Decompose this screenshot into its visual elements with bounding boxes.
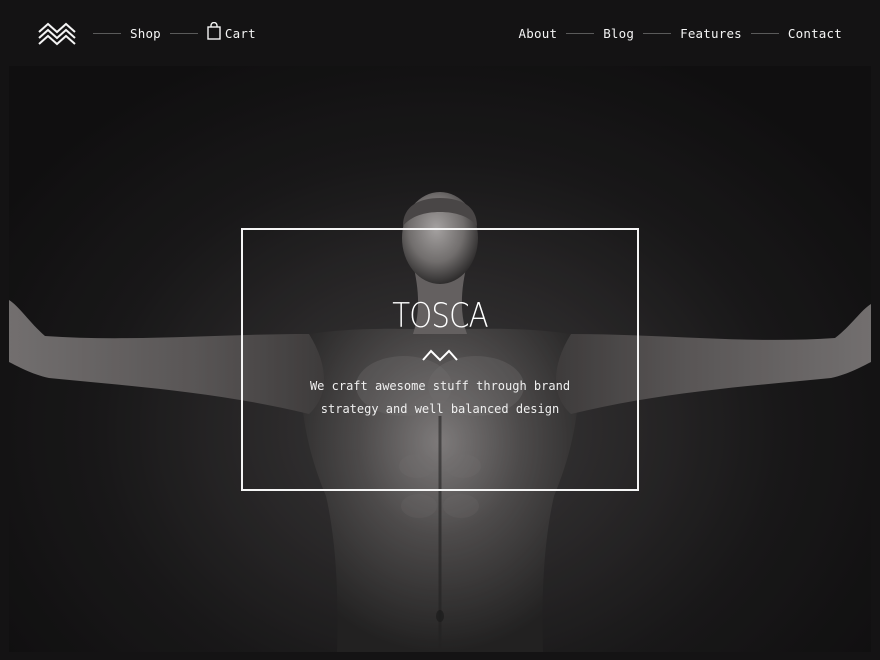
hero-tagline: We craft awesome stuff through brand str… <box>0 375 880 421</box>
nav-separator <box>643 32 672 34</box>
zigzag-mark-icon <box>422 349 458 362</box>
nav-blog-link[interactable]: Blog <box>603 26 634 41</box>
nav-shop-link[interactable]: Shop <box>130 26 161 41</box>
nav-cart-link[interactable]: Cart <box>207 22 256 41</box>
primary-nav-right: About Blog Features Contact <box>519 0 842 66</box>
primary-nav-left: Shop Cart <box>84 0 256 66</box>
hero-brand-title: TOSCA <box>392 296 488 336</box>
nav-features-link[interactable]: Features <box>680 26 742 41</box>
nav-about-link[interactable]: About <box>519 26 558 41</box>
nav-contact-link[interactable]: Contact <box>788 26 842 41</box>
nav-separator <box>169 32 198 34</box>
nav-separator <box>566 32 595 34</box>
hero-tagline-line-2: strategy and well balanced design <box>320 402 560 416</box>
nav-separator <box>750 32 779 34</box>
shopping-bag-icon <box>207 22 221 40</box>
page-bottom-border <box>0 652 880 660</box>
nav-cart-label: Cart <box>224 25 256 41</box>
hero-tagline-line-1: We craft awesome stuff through brand <box>309 379 571 393</box>
site-header: Shop Cart About Blog Features Contact <box>0 0 880 66</box>
logo-icon[interactable] <box>38 21 76 47</box>
nav-separator <box>93 32 121 34</box>
